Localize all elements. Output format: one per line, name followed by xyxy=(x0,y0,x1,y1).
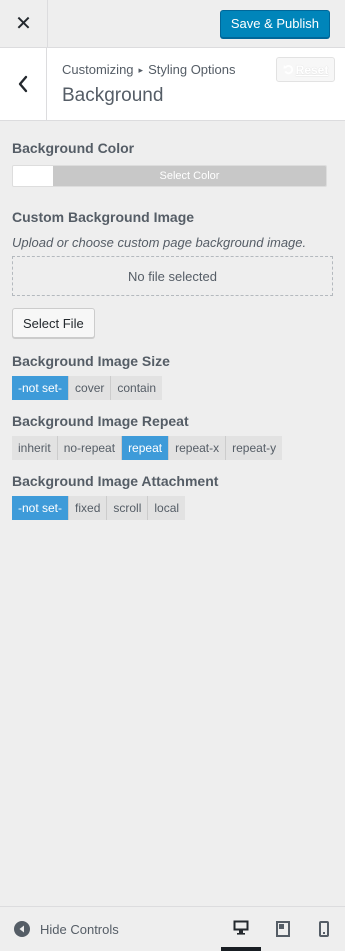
preview-mobile-button[interactable] xyxy=(304,907,344,951)
reset-button[interactable]: Reset xyxy=(276,57,335,82)
preview-desktop-button[interactable] xyxy=(221,907,261,951)
customizer-footer: Hide Controls xyxy=(0,906,345,951)
section-title: Background xyxy=(62,85,164,106)
image-repeat-option[interactable]: no-repeat xyxy=(57,436,123,460)
breadcrumb: Customizing ▸ Styling Options xyxy=(62,62,236,77)
image-attachment-label: Background Image Attachment xyxy=(12,473,219,489)
back-button[interactable] xyxy=(0,48,47,120)
hide-controls-button[interactable]: Hide Controls xyxy=(14,907,119,951)
customizer-header-bar: ✕ Save & Publish xyxy=(0,0,345,48)
image-repeat-options: inherit no-repeat repeat repeat-x repeat… xyxy=(12,436,283,460)
close-customizer-button[interactable]: ✕ xyxy=(0,0,48,47)
image-attachment-option[interactable]: fixed xyxy=(69,496,108,520)
image-attachment-options: -not set- fixed scroll local xyxy=(12,496,186,520)
no-file-placeholder: No file selected xyxy=(128,268,217,284)
custom-background-image-label: Custom Background Image xyxy=(12,209,195,225)
save-publish-button[interactable]: Save & Publish xyxy=(219,10,330,38)
image-repeat-option[interactable]: inherit xyxy=(12,436,58,460)
undo-icon xyxy=(283,64,293,75)
image-attachment-option[interactable]: -not set- xyxy=(12,496,70,520)
background-image-dropzone[interactable]: No file selected xyxy=(12,256,333,296)
reset-label: Reset xyxy=(295,62,329,77)
background-color-label: Background Color xyxy=(12,140,135,156)
background-color-picker[interactable]: Select Color xyxy=(12,165,327,187)
image-size-option[interactable]: cover xyxy=(69,376,112,400)
background-image-description: Upload or choose custom page background … xyxy=(12,235,307,250)
image-repeat-label: Background Image Repeat xyxy=(12,413,189,429)
collapse-arrow-icon xyxy=(14,921,30,937)
hide-controls-label: Hide Controls xyxy=(40,921,119,937)
tablet-icon xyxy=(276,921,290,937)
chevron-left-icon xyxy=(18,75,28,93)
image-attachment-option[interactable]: scroll xyxy=(107,496,149,520)
close-icon: ✕ xyxy=(15,13,32,35)
section-header: Customizing ▸ Styling Options Background R… xyxy=(0,48,345,121)
image-size-options: -not set- cover contain xyxy=(12,376,163,400)
image-repeat-option[interactable]: repeat xyxy=(122,436,170,460)
mobile-icon xyxy=(319,921,329,937)
color-swatch[interactable] xyxy=(13,166,53,186)
image-size-label: Background Image Size xyxy=(12,353,170,369)
image-size-option[interactable]: -not set- xyxy=(12,376,70,400)
breadcrumb-root: Customizing xyxy=(62,62,134,77)
image-repeat-option[interactable]: repeat-y xyxy=(226,436,283,460)
breadcrumb-parent: Styling Options xyxy=(148,62,236,77)
preview-tablet-button[interactable] xyxy=(263,907,303,951)
breadcrumb-separator-icon: ▸ xyxy=(138,65,144,75)
select-file-button[interactable]: Select File xyxy=(12,308,95,338)
select-color-label[interactable]: Select Color xyxy=(53,166,326,186)
desktop-icon xyxy=(233,920,249,935)
image-attachment-option[interactable]: local xyxy=(148,496,186,520)
image-repeat-option[interactable]: repeat-x xyxy=(169,436,227,460)
image-size-option[interactable]: contain xyxy=(111,376,163,400)
